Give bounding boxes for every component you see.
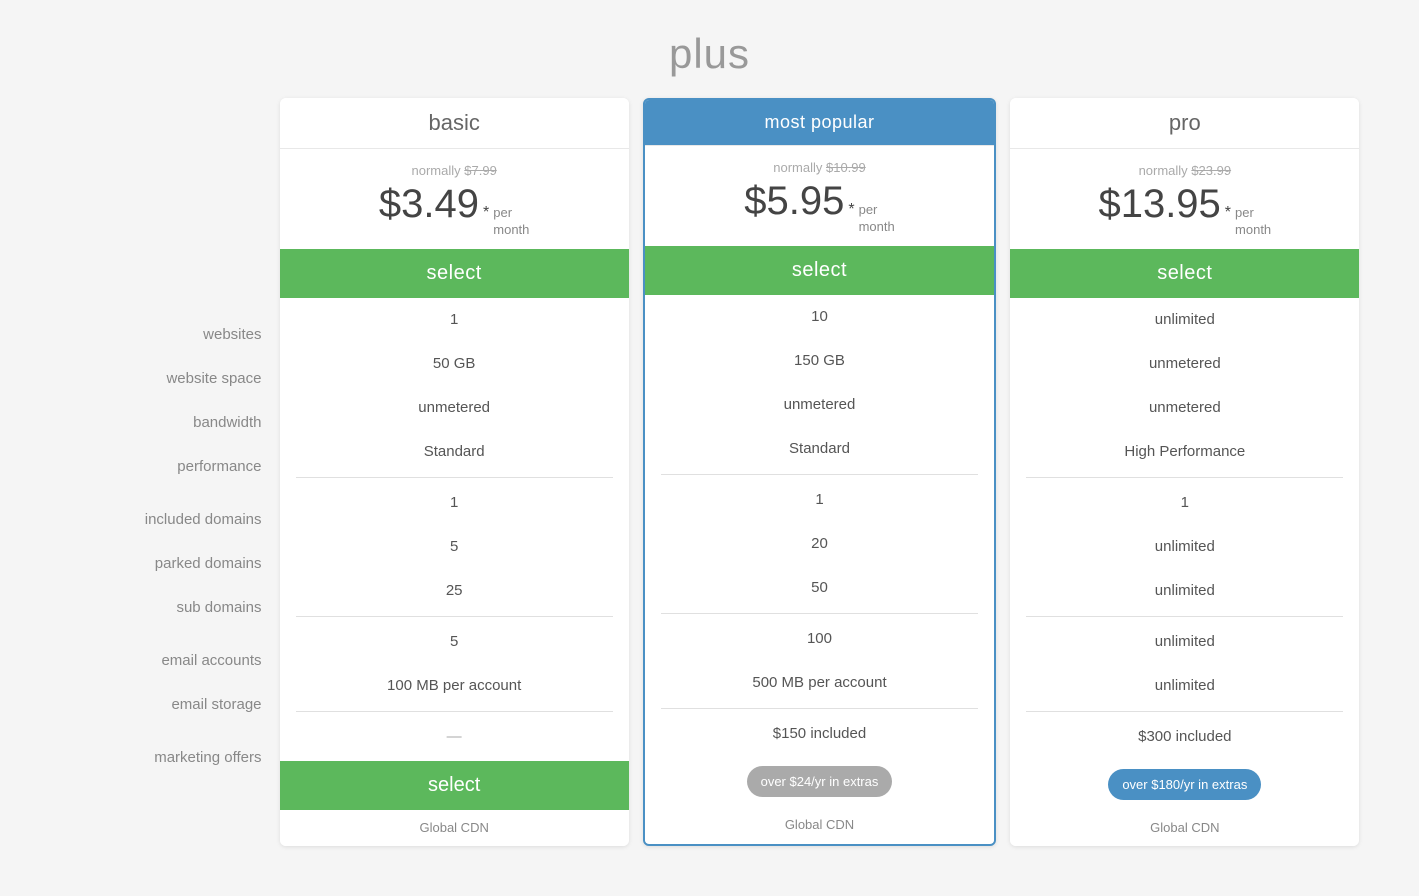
label-email-storage: email storage xyxy=(171,682,261,726)
label-bandwidth: bandwidth xyxy=(193,400,261,444)
label-website-space: website space xyxy=(166,356,261,400)
plan-plus-badge-wrapper: over $24/yr in extras xyxy=(645,756,994,807)
plan-plus-name: most popular xyxy=(645,100,994,145)
plan-pro: pro normally $23.99 $13.95 * per month xyxy=(1010,98,1359,846)
label-marketing-offers: marketing offers xyxy=(154,735,261,779)
plan-basic-select-top[interactable]: select xyxy=(280,249,629,298)
label-sub-domains: sub domains xyxy=(176,585,261,629)
plan-basic-included-domains: 1 xyxy=(280,481,629,525)
plan-pro-select-top[interactable]: select xyxy=(1010,249,1359,298)
plan-pro-global-cdn: Global CDN xyxy=(1010,810,1359,846)
plan-plus-email-storage: 500 MB per account xyxy=(645,661,994,705)
plan-basic-price-main: $3.49 * per month xyxy=(296,182,613,239)
label-included-domains: included domains xyxy=(145,497,262,541)
plan-basic-select-bottom[interactable]: select xyxy=(280,761,629,810)
plan-basic-normally: normally $7.99 xyxy=(296,163,613,178)
plan-pro-original-price: $23.99 xyxy=(1191,163,1231,178)
plan-plus-price-block: normally $10.99 $5.95 * per month xyxy=(645,145,994,246)
plan-basic-performance: Standard xyxy=(280,430,629,474)
label-websites: websites xyxy=(203,312,261,356)
plan-pro-email-accounts: unlimited xyxy=(1010,620,1359,664)
plan-plus-normally: normally $10.99 xyxy=(661,160,978,175)
plan-pro-badge-wrapper: over $180/yr in extras xyxy=(1010,759,1359,810)
plan-pro-sub-domains: unlimited xyxy=(1010,569,1359,613)
plan-pro-normally: normally $23.99 xyxy=(1026,163,1343,178)
plan-basic: basic normally $7.99 $3.49 * per month xyxy=(280,98,629,846)
plan-basic-header: basic normally $7.99 $3.49 * per month xyxy=(280,98,629,298)
plan-basic-marketing-offers: — xyxy=(280,715,629,759)
plan-pro-price-main: $13.95 * per month xyxy=(1026,182,1343,239)
plan-basic-asterisk: * xyxy=(483,204,489,222)
plan-basic-bandwidth: unmetered xyxy=(280,386,629,430)
plan-basic-parked-domains: 5 xyxy=(280,525,629,569)
plan-plus-performance: Standard xyxy=(645,427,994,471)
plan-basic-email-accounts: 5 xyxy=(280,620,629,664)
plan-basic-per-month: per month xyxy=(493,205,529,239)
plan-pro-asterisk: * xyxy=(1225,204,1231,222)
plan-pro-name: pro xyxy=(1010,98,1359,148)
page-wrapper: plus websites website space bandwidth pe… xyxy=(0,20,1419,846)
plan-pro-performance: High Performance xyxy=(1010,430,1359,474)
plan-plus-features: 10 150 GB unmetered Standard 1 20 50 100… xyxy=(645,295,994,756)
plan-pro-included-domains: 1 xyxy=(1010,481,1359,525)
plan-basic-price-block: normally $7.99 $3.49 * per month xyxy=(280,148,629,249)
label-performance: performance xyxy=(177,444,261,488)
plans-area: basic normally $7.99 $3.49 * per month xyxy=(280,98,1360,846)
label-parked-domains: parked domains xyxy=(155,541,262,585)
plan-plus-websites: 10 xyxy=(645,295,994,339)
plan-basic-name: basic xyxy=(280,98,629,148)
plan-plus-website-space: 150 GB xyxy=(645,339,994,383)
plan-basic-price-value: $3.49 xyxy=(379,182,479,227)
plan-basic-website-space: 50 GB xyxy=(280,342,629,386)
label-email-accounts: email accounts xyxy=(161,638,261,682)
plan-pro-marketing-offers: $300 included xyxy=(1010,715,1359,759)
plan-pro-websites: unlimited xyxy=(1010,298,1359,342)
plan-plus-original-price: $10.99 xyxy=(826,160,866,175)
plan-pro-price-value: $13.95 xyxy=(1098,182,1220,227)
plan-pro-price-block: normally $23.99 $13.95 * per month xyxy=(1010,148,1359,249)
plan-plus-email-accounts: 100 xyxy=(645,617,994,661)
plan-pro-email-storage: unlimited xyxy=(1010,664,1359,708)
page-title: plus xyxy=(669,30,750,78)
plan-pro-header: pro normally $23.99 $13.95 * per month xyxy=(1010,98,1359,298)
plan-plus-included-domains: 1 xyxy=(645,478,994,522)
plan-plus-marketing-offers: $150 included xyxy=(645,712,994,756)
plan-pro-parked-domains: unlimited xyxy=(1010,525,1359,569)
plan-plus-asterisk: * xyxy=(848,201,854,219)
plan-plus-price-main: $5.95 * per month xyxy=(661,179,978,236)
plan-basic-original-price: $7.99 xyxy=(464,163,497,178)
plan-pro-features: unlimited unmetered unmetered High Perfo… xyxy=(1010,298,1359,759)
plan-plus-per-month: per month xyxy=(859,202,895,236)
row-labels: websites website space bandwidth perform… xyxy=(60,98,280,779)
plan-plus-sub-domains: 50 xyxy=(645,566,994,610)
plan-basic-features: 1 50 GB unmetered Standard 1 5 25 5 100 … xyxy=(280,298,629,759)
plan-plus-select-top[interactable]: select xyxy=(645,246,994,295)
pricing-container: websites website space bandwidth perform… xyxy=(60,98,1360,846)
plan-basic-email-storage: 100 MB per account xyxy=(280,664,629,708)
plan-basic-sub-domains: 25 xyxy=(280,569,629,613)
plan-plus-header: most popular normally $10.99 $5.95 * per… xyxy=(645,100,994,295)
plan-pro-per-month: per month xyxy=(1235,205,1271,239)
plan-pro-website-space: unmetered xyxy=(1010,342,1359,386)
plan-plus: most popular normally $10.99 $5.95 * per… xyxy=(643,98,996,846)
plan-basic-websites: 1 xyxy=(280,298,629,342)
plan-plus-extras-badge: over $24/yr in extras xyxy=(747,766,893,797)
plan-plus-price-value: $5.95 xyxy=(744,179,844,224)
plan-basic-global-cdn: Global CDN xyxy=(280,810,629,846)
plan-plus-bandwidth: unmetered xyxy=(645,383,994,427)
plan-plus-parked-domains: 20 xyxy=(645,522,994,566)
plan-plus-global-cdn: Global CDN xyxy=(645,807,994,843)
plan-pro-extras-badge: over $180/yr in extras xyxy=(1108,769,1261,800)
plan-pro-bandwidth: unmetered xyxy=(1010,386,1359,430)
